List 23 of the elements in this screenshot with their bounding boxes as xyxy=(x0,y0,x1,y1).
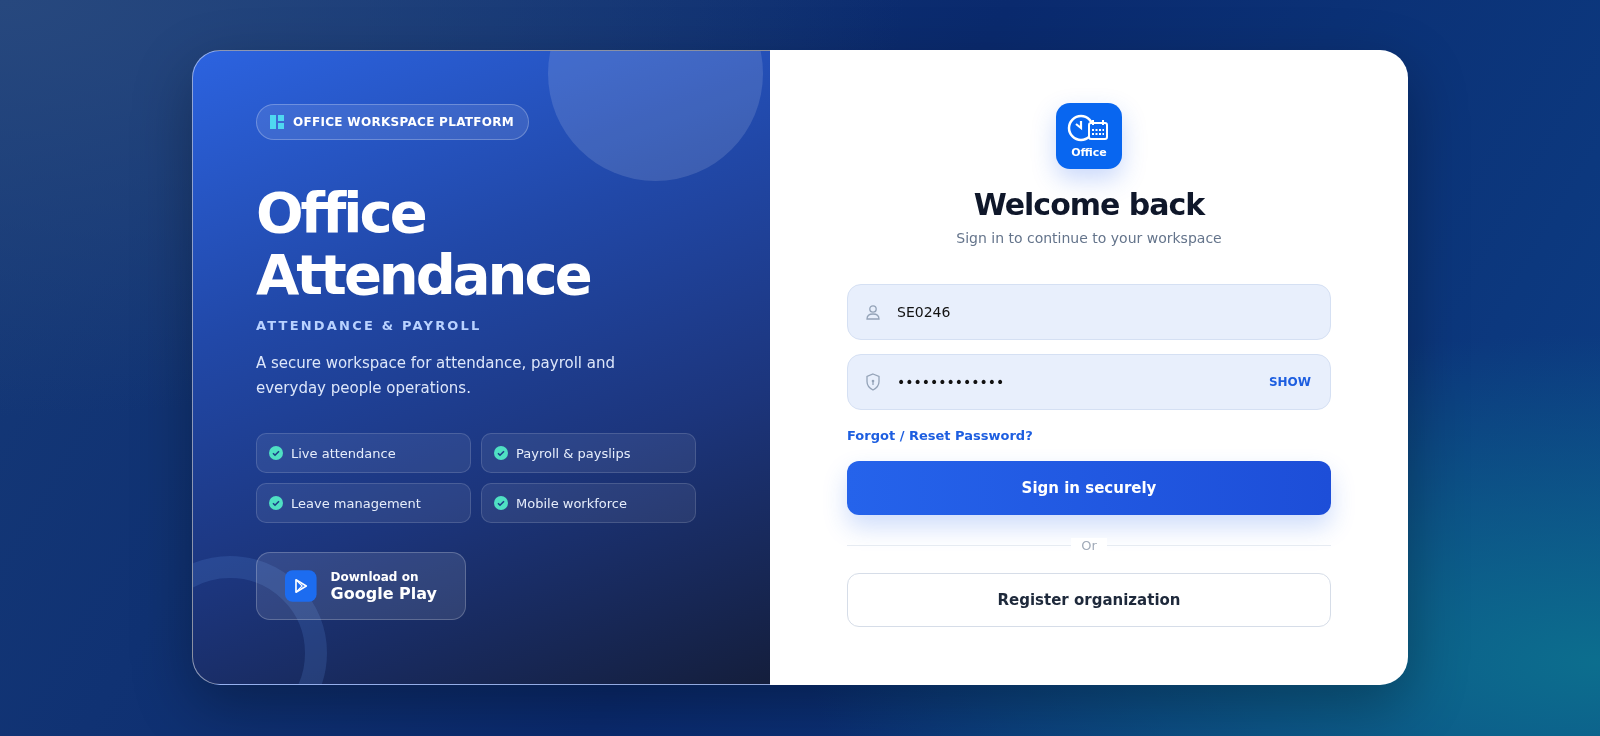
hero-description: A secure workspace for attendance, payroll and everyday people operations. xyxy=(256,353,616,399)
welcome-title: Welcome back xyxy=(973,187,1205,222)
welcome-subtitle: Sign in to continue to your workspace xyxy=(956,230,1222,246)
feature-chip: Payroll & payslips xyxy=(481,433,696,473)
app-logo-label: Office xyxy=(1071,146,1107,159)
check-icon xyxy=(494,496,508,510)
check-icon xyxy=(269,446,283,460)
check-icon xyxy=(494,446,508,460)
hero-title: Office xyxy=(256,182,425,244)
register-button[interactable]: Register organization xyxy=(847,573,1331,627)
layout-icon xyxy=(270,115,284,129)
sign-in-button[interactable]: Sign in securely xyxy=(847,461,1331,515)
username-field[interactable]: SE0246 xyxy=(847,284,1331,340)
show-password-button[interactable]: SHOW xyxy=(1268,375,1311,389)
feature-chip: Mobile workforce xyxy=(481,483,696,523)
feature-chip: Leave management xyxy=(256,483,471,523)
badge-label: OFFICE WORKSPACE PLATFORM xyxy=(293,115,515,129)
hero-title: Attendance xyxy=(256,244,590,306)
forgot-password-link[interactable]: Forgot / Reset Password? xyxy=(847,428,1033,443)
hero-subtitle: ATTENDANCE & PAYROLL xyxy=(256,318,482,333)
feature-chip: Live attendance xyxy=(256,433,471,473)
check-icon xyxy=(269,496,283,510)
google-play-button[interactable]: Download on Google Play xyxy=(256,552,466,620)
